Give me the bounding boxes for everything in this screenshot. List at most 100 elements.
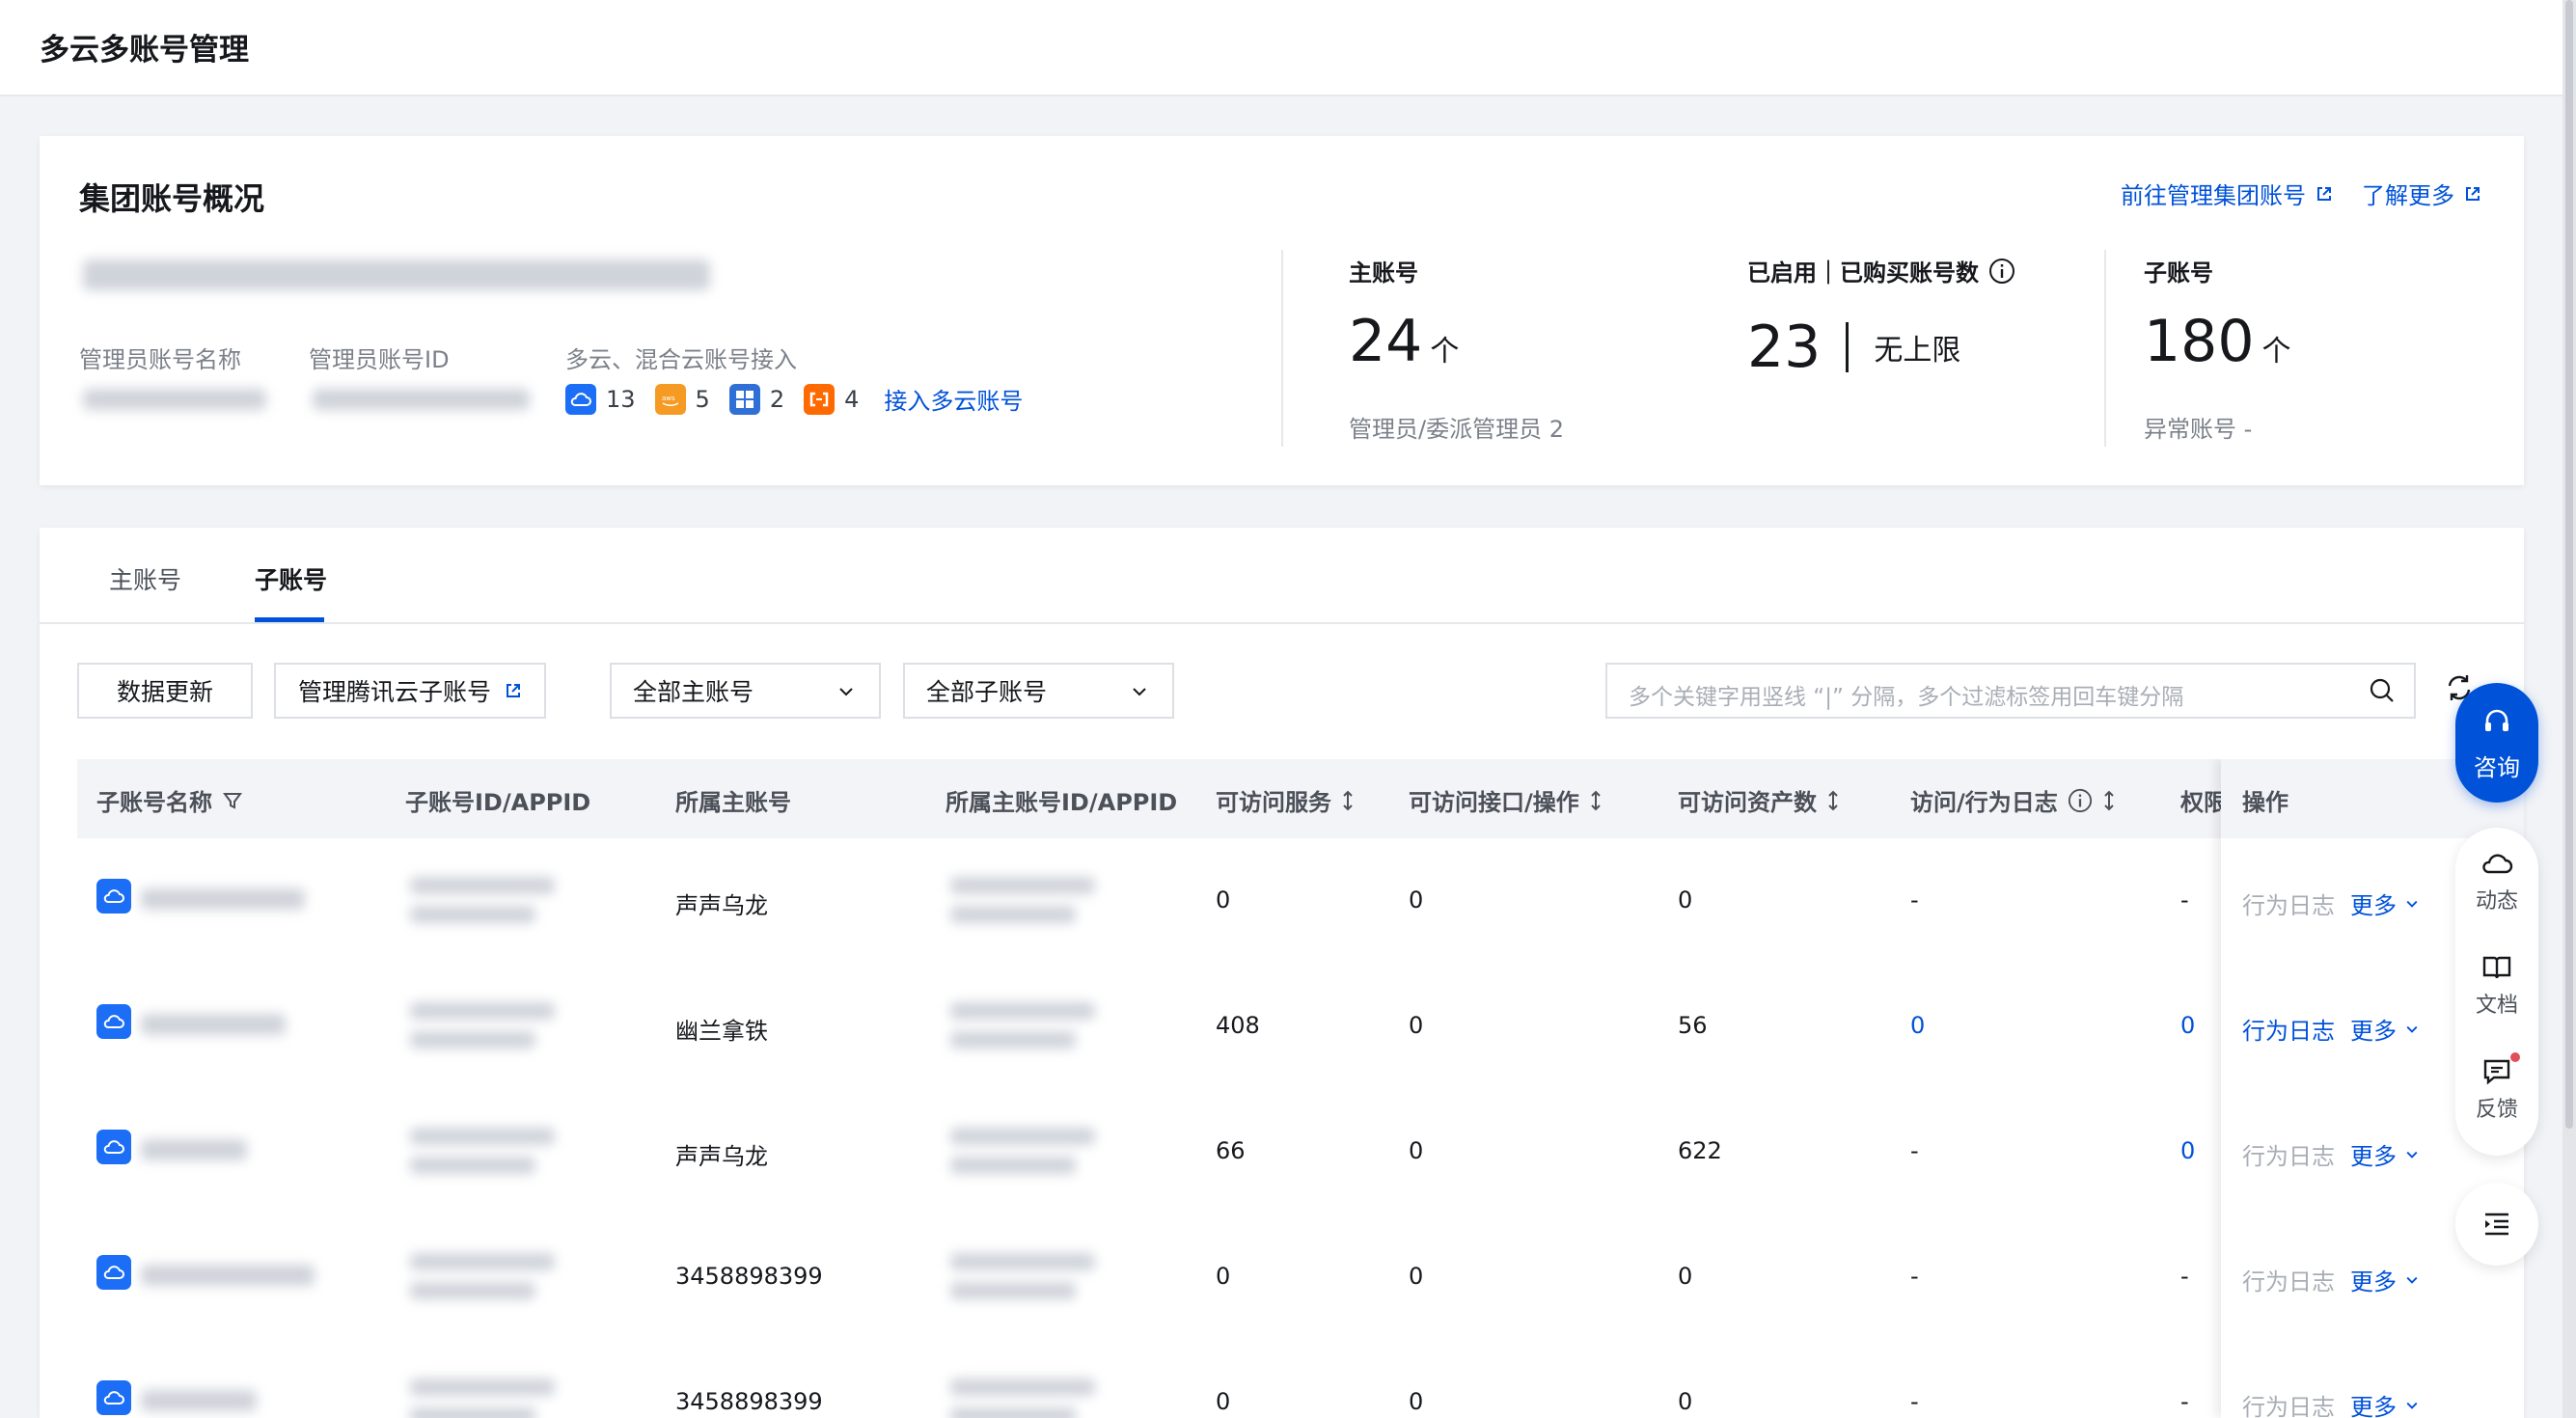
redacted-main-account-appid (950, 1031, 1076, 1049)
info-icon[interactable] (2068, 788, 2093, 813)
row-operations: 行为日志 更多 (2242, 1263, 2420, 1296)
more-dropdown[interactable]: 更多 (2350, 886, 2420, 920)
redacted-sub-account-id (410, 1378, 555, 1396)
redacted-main-account-id (950, 1128, 1095, 1145)
manage-tencent-sub-button[interactable]: 管理腾讯云子账号 (274, 663, 546, 719)
operations-header-label: 操作 (2242, 789, 2288, 816)
more-dropdown[interactable]: 更多 (2350, 1012, 2420, 1046)
aws-count: 5 (695, 385, 710, 413)
tab-main-accounts[interactable]: 主账号 (109, 561, 181, 596)
data-refresh-button[interactable]: 数据更新 (77, 663, 253, 719)
learn-more-link-label: 了解更多 (2362, 182, 2454, 209)
column-accessible-services-label: 可访问服务 (1216, 789, 1331, 816)
accessible-assets-cell: 0 (1678, 1388, 1693, 1415)
redacted-sub-account-id (410, 1253, 555, 1270)
sub-account-unit: 个 (2261, 335, 2291, 368)
main-account-stat-label: 主账号 (1349, 254, 1418, 287)
overview-divider (1281, 250, 1283, 447)
table-header: 子账号名称 子账号ID/APPID 所属主账号 所属主账号ID/APPID 可访… (77, 759, 2524, 838)
sort-icon[interactable] (1341, 789, 1355, 812)
sub-accounts-table: 子账号名称 子账号ID/APPID 所属主账号 所属主账号ID/APPID 可访… (77, 759, 2524, 1418)
redacted-main-account-id (950, 1378, 1095, 1396)
redacted-sub-account-appid (410, 906, 535, 923)
sort-icon[interactable] (2102, 789, 2116, 812)
more-dropdown[interactable]: 更多 (2350, 1388, 2420, 1418)
row-operations: 行为日志 更多 (2242, 886, 2420, 920)
permission-cell[interactable]: 0 (2180, 1137, 2195, 1164)
column-accessible-apis-label: 可访问接口/操作 (1409, 789, 1579, 816)
toc-button[interactable] (2455, 1183, 2538, 1266)
connect-multicloud-link[interactable]: 接入多云账号 (884, 382, 1023, 416)
assistant-panel: 动态 文档 反馈 (2455, 828, 2538, 1156)
feedback-button[interactable]: 反馈 (2455, 1057, 2538, 1123)
admin-id-label: 管理员账号ID (309, 346, 450, 373)
external-link-icon (2466, 186, 2480, 201)
tencent-cloud-count: 13 (606, 385, 636, 413)
more-label: 更多 (2350, 892, 2397, 919)
enabled-account-label-text: 已启用｜已购买账号数 (1747, 259, 1979, 286)
main-account-cell: 3458898399 (675, 1388, 823, 1415)
sort-icon[interactable] (1589, 789, 1603, 812)
multicloud-stats: 13 aws 5 2 4 接入多云账号 (565, 382, 1023, 416)
redacted-sub-account-id (410, 1002, 555, 1020)
row-operations: 行为日志 更多 (2242, 1137, 2420, 1171)
table-row[interactable]: 3458898399 0 0 0 - - (77, 1340, 2524, 1418)
accessible-assets-cell: 622 (1678, 1137, 1722, 1164)
search-input[interactable]: 多个关键字用竖线 “|” 分隔，多个过滤标签用回车键分隔 (1605, 663, 2416, 719)
info-icon[interactable] (1988, 258, 2015, 285)
redacted-sub-account-name (141, 1265, 315, 1286)
behavior-log-link[interactable]: 行为日志 (2242, 1012, 2335, 1046)
scrollbar-thumb[interactable] (2565, 0, 2573, 1129)
sort-icon[interactable] (1826, 789, 1840, 812)
tencent-cloud-icon (565, 383, 596, 415)
table-row[interactable]: 声声乌龙 66 0 622 - 0 (77, 1089, 2524, 1216)
table-row[interactable]: 声声乌龙 0 0 0 - - (77, 838, 2524, 966)
filter-icon[interactable] (222, 790, 243, 811)
overview-title: 集团账号概况 (79, 180, 265, 217)
tab-sub-accounts[interactable]: 子账号 (255, 561, 327, 596)
sub-account-filter[interactable]: 全部子账号 (903, 663, 1174, 719)
search-icon[interactable] (2368, 676, 2397, 705)
main-account-label-text: 主账号 (1349, 259, 1418, 286)
page-scrollbar[interactable] (2562, 0, 2576, 1418)
accessible-apis-cell: 0 (1409, 1263, 1424, 1290)
row-operations: 行为日志 更多 (2242, 1012, 2420, 1046)
column-main-account: 所属主账号 (675, 789, 791, 816)
table-row[interactable]: 幽兰拿铁 408 0 56 0 0 (77, 964, 2524, 1091)
accessible-services-cell: 0 (1216, 1388, 1231, 1415)
redacted-org-name (83, 259, 710, 290)
news-label: 动态 (2475, 889, 2518, 914)
redacted-main-account-appid (950, 906, 1076, 923)
manage-group-link[interactable]: 前往管理集团账号 (2121, 177, 2333, 210)
enabled-account-stat-value: 23 无上限 (1747, 314, 1960, 381)
news-button[interactable]: 动态 (2455, 849, 2538, 914)
purchased-limit: 无上限 (1874, 334, 1961, 368)
multicloud-label: 多云、混合云账号接入 (565, 346, 797, 373)
redacted-sub-account-name (141, 888, 305, 910)
permission-cell[interactable]: 0 (2180, 1012, 2195, 1039)
notification-dot (2510, 1052, 2520, 1062)
feedback-icon (2483, 1059, 2510, 1085)
more-dropdown[interactable]: 更多 (2350, 1263, 2420, 1296)
column-accessible-assets-label: 可访问资产数 (1678, 789, 1817, 816)
docs-button[interactable]: 文档 (2455, 953, 2538, 1019)
consult-button[interactable]: 咨询 (2455, 683, 2538, 803)
top-bar: 多云多账号管理 (0, 0, 2562, 96)
main-account-filter[interactable]: 全部主账号 (610, 663, 881, 719)
tencent-cloud-icon (96, 879, 131, 914)
table-row[interactable]: 3458898399 0 0 0 - - (77, 1214, 2524, 1342)
group-overview-card: 集团账号概况 前往管理集团账号 了解更多 管理员账号名称 管理员账号ID 多云、… (40, 136, 2524, 485)
permission-cell: - (2180, 886, 2189, 914)
tencent-cloud-icon (96, 1255, 131, 1290)
accessible-services-cell: 0 (1216, 886, 1231, 914)
accessible-assets-cell: 0 (1678, 886, 1693, 914)
column-access-logs-label: 访问/行为日志 (1910, 789, 2058, 816)
learn-more-link[interactable]: 了解更多 (2362, 177, 2481, 210)
more-dropdown[interactable]: 更多 (2350, 1137, 2420, 1171)
chevron-down-icon (839, 688, 853, 696)
enabled-account-count: 23 (1747, 314, 1822, 381)
access-logs-cell[interactable]: 0 (1910, 1012, 1925, 1039)
redacted-sub-account-name (141, 1390, 257, 1411)
accessible-apis-cell: 0 (1409, 1388, 1424, 1415)
headset-icon (2485, 709, 2508, 731)
